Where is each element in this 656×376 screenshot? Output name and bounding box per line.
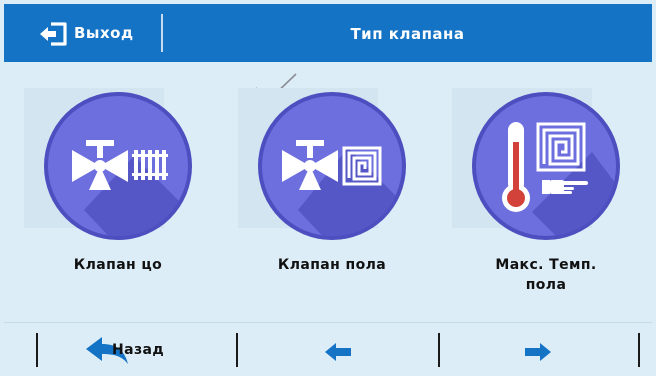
back-label: Назад (112, 342, 165, 358)
screen: Выход Тип клапана Клапан цо Клапан пола … (4, 4, 652, 372)
tile-valve-floor[interactable]: Клапан пола (228, 82, 436, 312)
exit-button[interactable]: Выход (4, 4, 162, 62)
valve-floor-icon (258, 92, 406, 240)
tile-label: Клапан пола (277, 257, 387, 273)
nav-divider-line (4, 322, 652, 323)
thermometer-floor-icon (472, 92, 620, 240)
tile-valve-ch[interactable]: Клапан цо (14, 82, 222, 312)
tile-label: Клапан цо (73, 257, 163, 273)
arrow-left-icon (325, 343, 351, 361)
next-button[interactable] (440, 326, 638, 372)
header-bar: Выход Тип клапана (4, 4, 652, 62)
nav-separator (638, 333, 640, 367)
page-title: Тип клапана (350, 25, 465, 43)
previous-button[interactable] (238, 326, 438, 372)
tile-label-line: Макс. Темп. (495, 257, 597, 273)
tile-label-line: пола (525, 277, 567, 293)
arrow-right-icon (525, 343, 551, 361)
tile-max-floor-temp[interactable]: Макс. Темп. пола (442, 82, 650, 312)
back-button[interactable]: Назад (38, 326, 236, 372)
exit-icon (40, 22, 67, 46)
tile-label: Макс. Темп. пола (442, 255, 650, 295)
valve-radiator-icon (44, 92, 192, 240)
exit-label: Выход (74, 24, 134, 42)
